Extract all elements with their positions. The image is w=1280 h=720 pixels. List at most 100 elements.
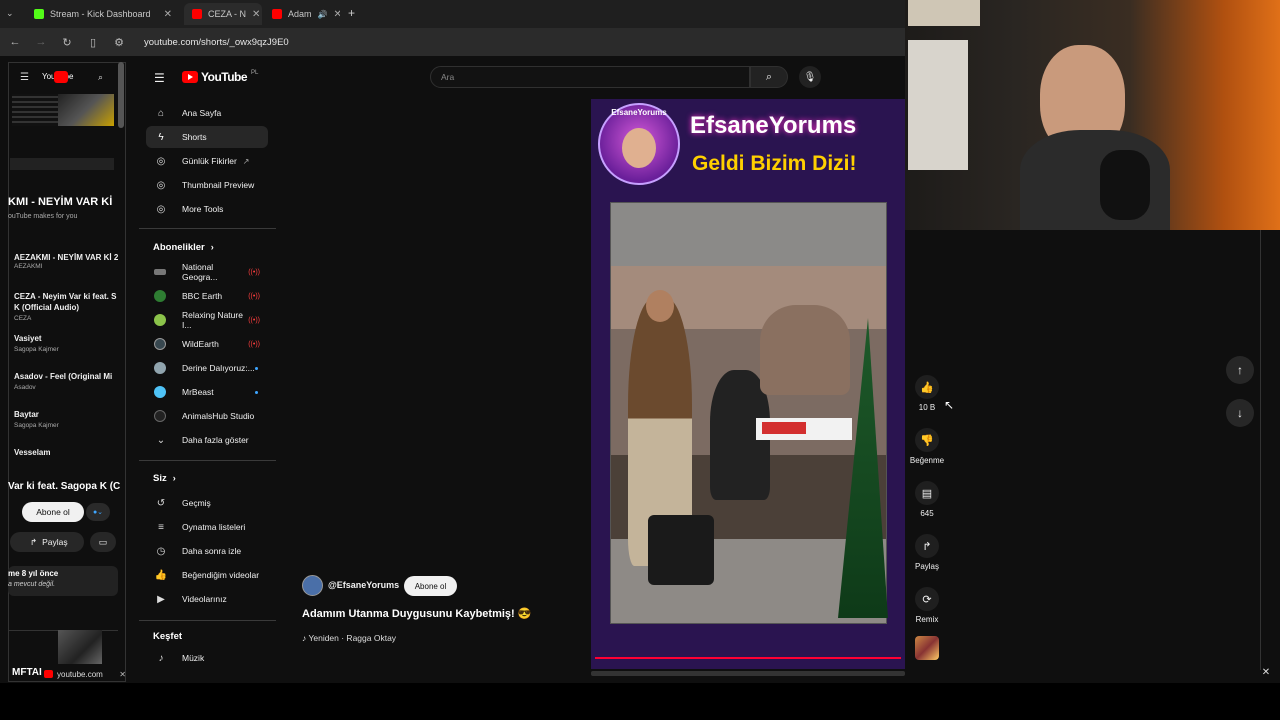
split-view-icon[interactable]: ▯: [86, 36, 100, 49]
mic-icon: 🎙: [803, 71, 817, 83]
url-field[interactable]: youtube.com/shorts/_owx9qzJ9E0: [144, 37, 289, 48]
nav-home[interactable]: ⌂ Ana Sayfa: [146, 102, 268, 124]
speaker-box: [648, 515, 714, 585]
subscription-item[interactable]: WildEarth ((•)): [146, 333, 268, 355]
channel-avatar[interactable]: [302, 575, 323, 596]
nav-label: Oynatma listeleri: [182, 522, 246, 532]
subscription-item[interactable]: AnimalsHub Studio: [146, 405, 268, 427]
new-tab-button[interactable]: +: [348, 6, 355, 20]
site-info-icon[interactable]: ⚙: [112, 36, 126, 49]
logo-text: YouTube: [201, 70, 248, 84]
side-list-item[interactable]: Asadov - Feel (Original Mi Asadov: [14, 371, 112, 391]
thumbs-up-icon: 👍: [915, 375, 939, 399]
nav-your-videos[interactable]: ▶ Videolarınız: [146, 588, 268, 610]
tab-close-icon[interactable]: ✕: [252, 9, 260, 20]
share-icon: ↱: [30, 536, 38, 547]
side-panel-search-icon[interactable]: ⌕: [98, 72, 103, 83]
side-meta-line1: me 8 yıl önce: [8, 569, 59, 578]
channel-name[interactable]: @EfsaneYorums: [328, 580, 399, 590]
remix-button[interactable]: ⟳ Remix: [905, 587, 949, 624]
subscription-item[interactable]: MrBeast: [146, 381, 268, 403]
tab-list-chevron-icon[interactable]: ⌄: [6, 8, 14, 19]
shorts-icon: ϟ: [158, 131, 164, 143]
side-thumbnail-1[interactable]: [12, 94, 58, 126]
side-share-button[interactable]: ↱ Paylaş: [10, 532, 84, 552]
like-button[interactable]: 👍 10 B: [905, 375, 949, 412]
search-input[interactable]: Ara: [430, 66, 750, 88]
youtube-logo[interactable]: YouTube PL: [182, 70, 258, 84]
horizontal-scrollbar[interactable]: [591, 671, 905, 676]
reload-icon[interactable]: ↻: [60, 36, 74, 49]
side-notify-icon[interactable]: ●⌄: [86, 503, 110, 521]
subscribe-button[interactable]: Abone ol: [404, 576, 457, 596]
guide-menu-icon[interactable]: ☰: [154, 71, 165, 85]
nav-label: Shorts: [182, 132, 207, 142]
side-save-icon[interactable]: ▭: [90, 532, 116, 552]
nav-label: More Tools: [182, 204, 224, 214]
subscription-item[interactable]: National Geogra... ((•)): [146, 261, 268, 283]
side-list-item[interactable]: Vasiyet Sagopa Kajmer: [14, 333, 59, 353]
tab-close-icon[interactable]: ✕: [164, 9, 172, 20]
nav-more-tools[interactable]: ◎ More Tools: [146, 198, 268, 220]
close-icon[interactable]: ✕: [119, 670, 126, 679]
forward-icon[interactable]: →: [34, 36, 48, 48]
arrow-up-icon: ↑: [1237, 363, 1243, 377]
tab-close-icon[interactable]: ✕: [333, 9, 340, 20]
search-button[interactable]: ⌕: [750, 66, 788, 88]
nav-thumbnail-preview[interactable]: ◎ Thumbnail Preview: [146, 174, 268, 196]
nav-gunluk-fikirler[interactable]: ◎ Günlük Fikirler ↗: [146, 150, 268, 172]
side-panel-source-tab[interactable]: youtube.com ✕: [44, 666, 126, 682]
nav-watch-later[interactable]: ◷ Daha sonra izle: [146, 540, 268, 562]
menu-icon[interactable]: ☰: [20, 72, 29, 83]
new-content-dot: [255, 390, 258, 394]
voice-search-button[interactable]: 🎙: [799, 66, 821, 88]
music-link[interactable]: ♪ Yeniden · Ragga Oktay: [302, 633, 396, 643]
previous-short-button[interactable]: ↑: [1226, 356, 1254, 384]
share-button[interactable]: ↱ Paylaş: [905, 534, 949, 571]
side-now-playing-title: Var ki feat. Sagopa K (C: [8, 481, 121, 492]
new-content-dot: [255, 366, 258, 370]
side-item-title: Asadov - Feel (Original Mi: [14, 372, 113, 381]
webcam-wall-frame: [908, 0, 980, 26]
comments-button[interactable]: ▤ 645: [905, 481, 949, 518]
subscription-item[interactable]: BBC Earth ((•)): [146, 285, 268, 307]
tab-adam[interactable]: Adam 🔊 ✕: [264, 3, 340, 25]
side-subscribe-button[interactable]: Abone ol: [22, 502, 84, 522]
you-header[interactable]: Siz ›: [153, 473, 176, 484]
sound-thumbnail[interactable]: [915, 636, 939, 660]
side-list-item[interactable]: Baytar Sagopa Kajmer: [14, 409, 59, 429]
back-icon[interactable]: ←: [8, 36, 22, 48]
page-scrollbar[interactable]: [1260, 230, 1278, 670]
subscription-item[interactable]: Relaxing Nature I... ((•)): [146, 309, 268, 331]
subscription-label: AnimalsHub Studio: [182, 411, 255, 421]
speaker-icon[interactable]: 🔊: [318, 10, 328, 19]
side-thumbnail-3[interactable]: [58, 630, 102, 664]
nav-liked-videos[interactable]: 👍 Beğendiğim videolar: [146, 564, 268, 586]
nav-history[interactable]: ↺ Geçmiş: [146, 492, 268, 514]
side-list-item[interactable]: Vesselam: [14, 447, 50, 458]
video-icon: ▶: [157, 593, 165, 605]
side-panel-scrollbar[interactable]: [118, 62, 124, 128]
video-progress-bar[interactable]: [595, 657, 901, 659]
show-more-button[interactable]: ⌄ Daha fazla göster: [146, 429, 268, 451]
next-short-button[interactable]: ↓: [1226, 399, 1254, 427]
sparkle-icon: ◎: [156, 155, 166, 167]
nav-shorts[interactable]: ϟ Shorts: [146, 126, 268, 148]
nav-playlists[interactable]: ≡ Oynatma listeleri: [146, 516, 268, 538]
channel-badge-text: EfsaneYorums: [611, 108, 667, 117]
remix-label: Remix: [915, 615, 939, 624]
playlist-icon: ≡: [158, 521, 164, 533]
subscription-item[interactable]: Derine Dalıyoruz:...: [146, 357, 268, 379]
tab-ceza[interactable]: CEZA - N ✕: [184, 3, 262, 25]
dislike-button[interactable]: 👎 Beğenme: [905, 428, 949, 465]
music-icon: ♪: [158, 652, 164, 664]
side-thumbnail-2[interactable]: [58, 94, 114, 126]
youtube-icon: [272, 9, 282, 19]
side-list-item[interactable]: AEZAKMI - NEYİM VAR Kİ 2 AEZAKMI: [14, 252, 118, 270]
nav-music[interactable]: ♪ Müzik: [146, 647, 268, 669]
side-list-item[interactable]: CEZA - Neyim Var ki feat. S K (Official …: [14, 291, 116, 322]
webcam-microphone: [1100, 150, 1150, 220]
close-icon[interactable]: ✕: [1259, 667, 1273, 681]
subscriptions-header[interactable]: Abonelikler ›: [153, 242, 214, 253]
tab-kick-dashboard[interactable]: Stream - Kick Dashboard ✕: [26, 3, 180, 25]
